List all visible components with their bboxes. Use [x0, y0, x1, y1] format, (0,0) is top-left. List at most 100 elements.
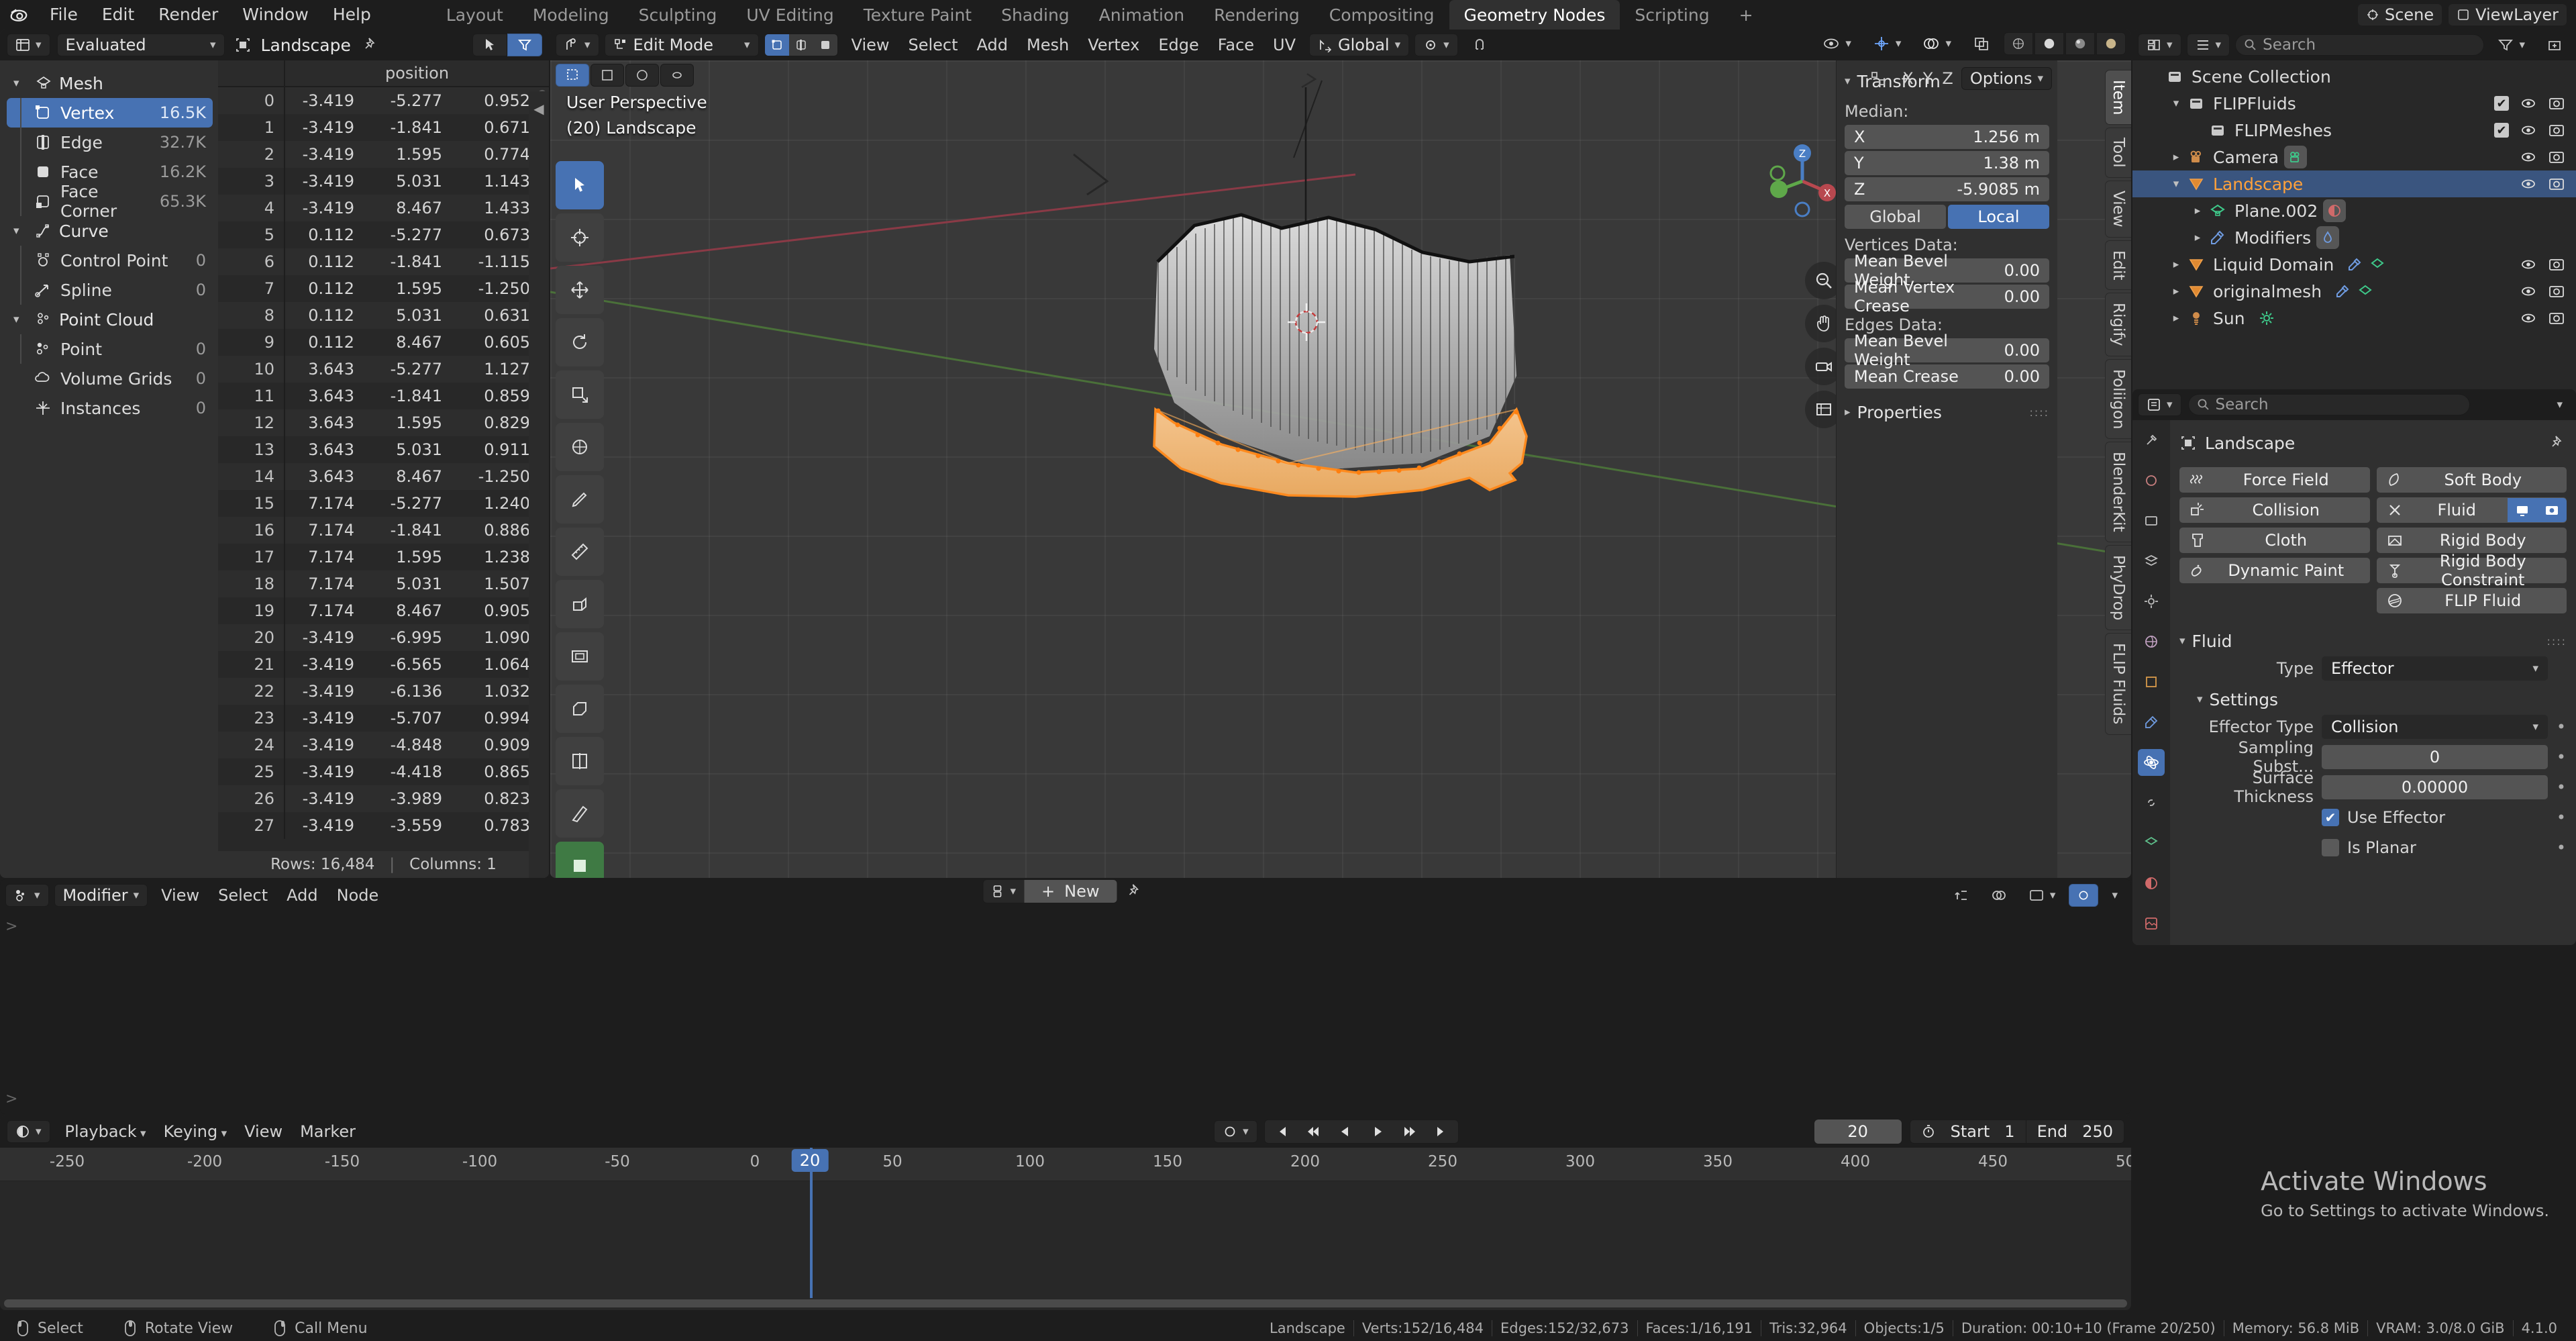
workspace-tab-uv-editing[interactable]: UV Editing: [731, 0, 848, 30]
timeline-menu-playback[interactable]: Playback ▾: [57, 1120, 154, 1143]
spreadsheet-domain-point[interactable]: Point 0: [7, 334, 213, 364]
spreadsheet-table[interactable]: position 0 -3.419 -5.277 0.952 1 -3.419 -1.841…: [218, 60, 549, 878]
table-row[interactable]: 13 3.643 5.031 0.911: [218, 436, 549, 463]
lasso-select-icon[interactable]: [660, 64, 694, 87]
table-row[interactable]: 17 7.174 1.595 1.238: [218, 544, 549, 570]
workspace-tab-modeling[interactable]: Modeling: [518, 0, 624, 30]
timeline-menu-keying[interactable]: Keying ▾: [156, 1120, 236, 1143]
physics-dynamic-paint-button[interactable]: Dynamic Paint: [2179, 558, 2370, 583]
workspace-tab-geometry-nodes[interactable]: Geometry Nodes: [1449, 0, 1620, 30]
animate-property-dot[interactable]: •: [2556, 808, 2567, 827]
median-x-field[interactable]: X 1.256 m: [1845, 125, 2049, 149]
render-display-toggle[interactable]: [2537, 498, 2567, 522]
chevron-right-icon[interactable]: ▸: [2167, 258, 2185, 271]
material-preview-icon[interactable]: [2065, 32, 2095, 55]
eye-icon[interactable]: [2520, 175, 2537, 193]
timeline-scrollbar[interactable]: [4, 1299, 2127, 1307]
spreadsheet-domain-vertex[interactable]: Vertex 16.5K: [7, 98, 213, 128]
outliner-row-modifiers[interactable]: ▸ Modifiers: [2132, 224, 2576, 251]
sidebar-tab-rigify[interactable]: Rigify: [2105, 293, 2131, 356]
outliner-row-flipfluids[interactable]: ▾ FLIPFluids ✔: [2132, 90, 2576, 117]
start-frame-field[interactable]: Start 1: [1910, 1120, 2026, 1143]
sidebar-tab-item[interactable]: Item: [2105, 70, 2131, 126]
select-tool-group[interactable]: [556, 64, 694, 87]
properties-editor-type-button[interactable]: ▾: [2138, 393, 2181, 416]
spreadsheet-domain-spline[interactable]: Spline 0: [7, 275, 213, 305]
tab-texture[interactable]: [2138, 910, 2165, 937]
outliner-search-input[interactable]: Search: [2235, 34, 2485, 56]
table-row[interactable]: 5 0.112 -5.277 0.673: [218, 221, 549, 248]
viewport-menu-view[interactable]: View: [843, 34, 898, 56]
animate-property-dot[interactable]: •: [2556, 778, 2567, 797]
workspace-tab-animation[interactable]: Animation: [1084, 0, 1199, 30]
tweak-select-icon[interactable]: [556, 64, 589, 87]
node-options-icon[interactable]: ▾: [2020, 884, 2064, 907]
node-zoom-icon[interactable]: ▾: [2104, 884, 2126, 907]
node-snap-icon[interactable]: [1945, 884, 1977, 907]
top-menu-render[interactable]: Render: [146, 0, 230, 30]
eye-icon[interactable]: [2520, 309, 2537, 327]
outliner-row-scene-collection[interactable]: Scene Collection: [2132, 63, 2576, 90]
physics-collision-button[interactable]: Collision: [2179, 497, 2370, 523]
outliner-row-camera[interactable]: ▸ Camera: [2132, 144, 2576, 170]
editor-type-button[interactable]: ▾: [7, 34, 50, 56]
viewport-menu-select[interactable]: Select: [900, 34, 966, 56]
pivot-point-dropdown[interactable]: ▾: [1414, 34, 1458, 56]
interaction-mode-dropdown[interactable]: Edit Mode ▾: [604, 34, 759, 56]
timeline-menu-marker[interactable]: Marker: [292, 1120, 364, 1143]
camera-render-icon[interactable]: [2548, 256, 2565, 273]
tool-scale-icon[interactable]: [556, 370, 604, 419]
table-row[interactable]: 23 -3.419 -5.707 0.994: [218, 705, 549, 732]
properties-options-icon[interactable]: ▾: [2548, 393, 2571, 416]
camera-render-icon[interactable]: [2548, 148, 2565, 166]
viewport-display-toggle[interactable]: [2508, 498, 2537, 522]
tool-inset-icon[interactable]: [556, 632, 604, 681]
snapping-magnet-icon[interactable]: [1463, 34, 1496, 56]
tab-object[interactable]: [2138, 668, 2165, 695]
table-row[interactable]: 14 3.643 8.467 -1.250: [218, 463, 549, 490]
setting-dropdown[interactable]: Collision ▾: [2322, 715, 2548, 739]
tool-annotate-icon[interactable]: [556, 475, 604, 524]
table-row[interactable]: 12 3.643 1.595 0.829: [218, 409, 549, 436]
jump-to-start-button[interactable]: [1265, 1120, 1297, 1143]
table-row[interactable]: 20 -3.419 -6.995 1.090: [218, 624, 549, 651]
xray-toggle-icon[interactable]: [1965, 32, 1998, 55]
animate-property-dot[interactable]: •: [2556, 717, 2567, 736]
outliner-editor-type-button[interactable]: ▾: [2138, 34, 2181, 56]
chevron-down-icon[interactable]: ▾: [2167, 97, 2185, 110]
physics-force-field-button[interactable]: Force Field: [2179, 467, 2370, 493]
solid-shading-icon[interactable]: [2034, 32, 2064, 55]
tool-tweak-icon[interactable]: [556, 161, 604, 209]
workspace-tab-compositing[interactable]: Compositing: [1315, 0, 1449, 30]
viewport-canvas[interactable]: User Perspective (20) Landscape Z X ▾ Tr…: [550, 60, 2131, 878]
node-tree-type-dropdown[interactable]: Modifier ▾: [54, 884, 148, 907]
properties-pin-icon[interactable]: [2549, 434, 2567, 452]
top-menu-file[interactable]: File: [38, 0, 90, 30]
tab-material[interactable]: [2138, 870, 2165, 897]
tab-view-layer[interactable]: [2138, 548, 2165, 575]
node-overlay-icon[interactable]: [1983, 884, 2015, 907]
outliner-filter-icon[interactable]: ▾: [2489, 34, 2533, 56]
properties-search-input[interactable]: Search: [2187, 394, 2470, 415]
dataset-mode-dropdown[interactable]: Evaluated ▾: [56, 34, 225, 56]
spreadsheet-group-point-cloud[interactable]: ▾ Point Cloud: [7, 305, 213, 334]
circle-select-icon[interactable]: [625, 64, 659, 87]
material-icon[interactable]: [2323, 199, 2347, 222]
tool-loopcut-icon[interactable]: [556, 737, 604, 785]
field-mean-vertex-crease[interactable]: Mean Vertex Crease 0.00: [1845, 278, 2049, 315]
node-menu-add[interactable]: Add: [278, 884, 325, 907]
workspace-tab-texture-paint[interactable]: Texture Paint: [849, 0, 986, 30]
sidebar-tab-poliigon[interactable]: Poliigon: [2105, 358, 2131, 440]
median-z-field[interactable]: Z -5.9085 m: [1845, 177, 2049, 201]
pin-icon[interactable]: [358, 36, 384, 54]
blender-logo-icon[interactable]: [0, 0, 38, 30]
rendered-shading-icon[interactable]: [2096, 32, 2126, 55]
tool-poly-build-icon[interactable]: [556, 842, 604, 878]
viewport-menu-edge[interactable]: Edge: [1150, 34, 1206, 56]
physics-fluid-button[interactable]: Fluid: [2376, 497, 2567, 523]
outliner-new-collection-icon[interactable]: [2538, 34, 2571, 56]
table-row[interactable]: 18 7.174 5.031 1.507: [218, 570, 549, 597]
transform-space-toggle[interactable]: Global Local: [1845, 205, 2049, 229]
outliner-row-sun[interactable]: ▸ Sun: [2132, 305, 2576, 332]
play-reverse-button[interactable]: [1329, 1120, 1361, 1143]
